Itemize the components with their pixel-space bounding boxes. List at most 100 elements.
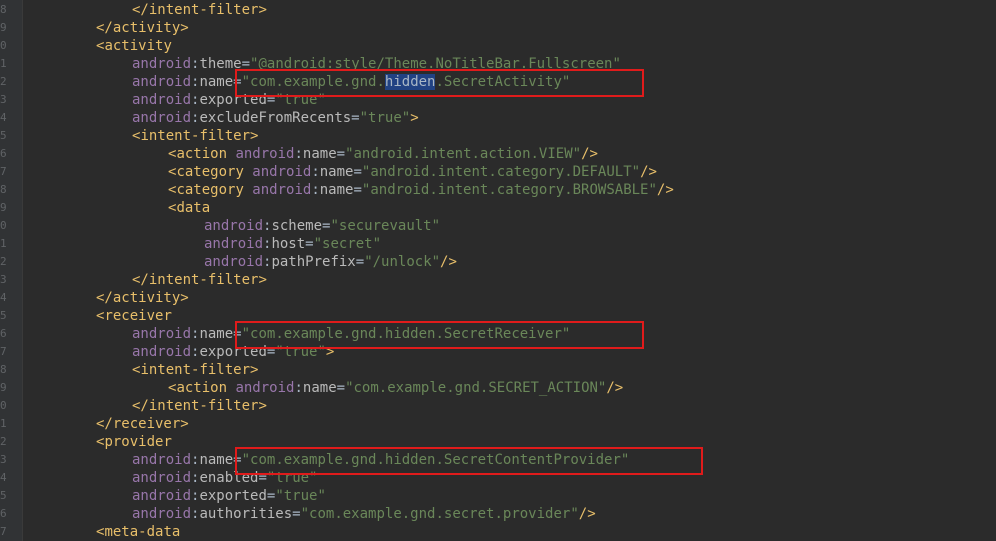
code-token: >	[180, 416, 189, 432]
code-token: android	[132, 452, 192, 468]
code-token: android	[235, 380, 295, 396]
code-editor[interactable]: 890123456789012345678901234567 </intent-…	[0, 0, 996, 541]
code-token: exported	[199, 92, 267, 108]
code-line[interactable]: android:excludeFromRecents="true">	[22, 109, 996, 127]
code-line[interactable]: <receiver	[22, 307, 996, 325]
code-token: name	[319, 182, 354, 198]
code-line[interactable]: <action android:name="com.example.gnd.SE…	[22, 379, 996, 397]
code-token: hidden	[384, 74, 436, 90]
code-token: provider	[104, 434, 172, 450]
line-number: 6	[0, 327, 7, 340]
code-token: </	[132, 2, 149, 18]
code-token: enabled	[199, 470, 259, 486]
code-token: =	[353, 164, 362, 180]
code-line[interactable]: <intent-filter>	[22, 361, 996, 379]
code-token: android	[132, 56, 192, 72]
code-token: name	[302, 146, 337, 162]
code-token: </	[132, 272, 149, 288]
code-token: "android.intent.category.BROWSABLE"	[361, 182, 657, 198]
code-token: android	[235, 146, 295, 162]
code-token: "/unlock"	[364, 254, 441, 270]
code-line[interactable]: </activity>	[22, 289, 996, 307]
code-token: theme	[199, 56, 242, 72]
line-number: 1	[0, 237, 7, 250]
code-token: android	[132, 326, 192, 342]
code-line[interactable]: <provider	[22, 433, 996, 451]
code-token: android	[132, 92, 192, 108]
code-line[interactable]: android:enabled="true"	[22, 469, 996, 487]
code-token: :	[311, 182, 320, 198]
code-token: >	[250, 362, 259, 378]
line-number: 5	[0, 129, 7, 142]
code-area[interactable]: </intent-filter> </activity> <activity andr…	[22, 0, 996, 541]
code-line[interactable]: </intent-filter>	[22, 1, 996, 19]
code-token: name	[199, 326, 234, 342]
code-token: action	[176, 146, 236, 162]
code-token: android	[132, 74, 192, 90]
code-line[interactable]: <category android:name="android.intent.c…	[22, 163, 996, 181]
code-token: =	[336, 380, 346, 396]
code-token: </	[96, 416, 113, 432]
code-token: data	[176, 200, 211, 216]
code-line[interactable]: <category android:name="android.intent.c…	[22, 181, 996, 199]
line-number: 2	[0, 255, 7, 268]
code-line[interactable]: </intent-filter>	[22, 397, 996, 415]
code-token: receiver	[104, 308, 172, 324]
code-token: android	[252, 182, 312, 198]
code-token: exported	[199, 488, 267, 504]
code-token: exported	[199, 344, 267, 360]
line-number: 8	[0, 183, 7, 196]
code-line[interactable]: android:exported="true"	[22, 487, 996, 505]
code-token: intent-filter	[148, 272, 259, 288]
code-token: />	[581, 146, 598, 162]
line-number: 7	[0, 165, 7, 178]
line-number: 3	[0, 93, 7, 106]
code-line[interactable]: android:theme="@android:style/Theme.NoTi…	[22, 55, 996, 73]
line-number: 7	[0, 525, 7, 538]
line-number: 5	[0, 309, 7, 322]
code-line[interactable]: android:authorities="com.example.gnd.sec…	[22, 505, 996, 523]
code-line[interactable]: android:name="com.example.gnd.hidden.Sec…	[22, 451, 996, 469]
line-number: 2	[0, 75, 7, 88]
code-token: "android.intent.action.VIEW"	[345, 146, 582, 162]
code-line[interactable]: android:name="com.example.gnd.hidden.Sec…	[22, 325, 996, 343]
code-token: :	[294, 380, 303, 396]
code-line[interactable]: android:exported="true"	[22, 91, 996, 109]
code-token: name	[199, 74, 234, 90]
code-line[interactable]: <action android:name="android.intent.act…	[22, 145, 996, 163]
code-line[interactable]: android:pathPrefix="/unlock"/>	[22, 253, 996, 271]
code-token: android	[132, 110, 192, 126]
code-token: intent-filter	[148, 2, 259, 18]
code-token: "com.example.gnd.hidden.SecretContentPro…	[241, 452, 630, 468]
code-line[interactable]: android:exported="true">	[22, 343, 996, 361]
code-line[interactable]: </intent-filter>	[22, 271, 996, 289]
code-token: =	[258, 470, 267, 486]
code-token: android	[132, 506, 192, 522]
code-line[interactable]: <meta-data	[22, 523, 996, 541]
code-token: "android.intent.category.DEFAULT"	[361, 164, 641, 180]
code-line[interactable]: android:name="com.example.gnd.hidden.Sec…	[22, 73, 996, 91]
line-number: 6	[0, 507, 7, 520]
code-token: =	[233, 74, 242, 90]
line-number: 3	[0, 453, 7, 466]
code-token: authorities	[199, 506, 293, 522]
code-token: excludeFromRecents	[199, 110, 352, 126]
line-number: 1	[0, 57, 7, 70]
code-line[interactable]: android:scheme="securevault"	[22, 217, 996, 235]
line-number: 4	[0, 111, 7, 124]
code-token: "true"	[275, 92, 326, 108]
code-line[interactable]: </activity>	[22, 19, 996, 37]
line-number: 0	[0, 399, 7, 412]
code-token: =	[351, 110, 360, 126]
line-number: 3	[0, 273, 7, 286]
code-token: "secret"	[313, 236, 382, 252]
code-token: =	[353, 182, 362, 198]
code-line[interactable]: <activity	[22, 37, 996, 55]
code-line[interactable]: </receiver>	[22, 415, 996, 433]
code-token: >	[250, 128, 259, 144]
code-line[interactable]: <data	[22, 199, 996, 217]
code-line[interactable]: <intent-filter>	[22, 127, 996, 145]
code-line[interactable]: android:host="secret"	[22, 235, 996, 253]
code-token: />	[656, 182, 674, 198]
code-token: />	[640, 164, 657, 180]
